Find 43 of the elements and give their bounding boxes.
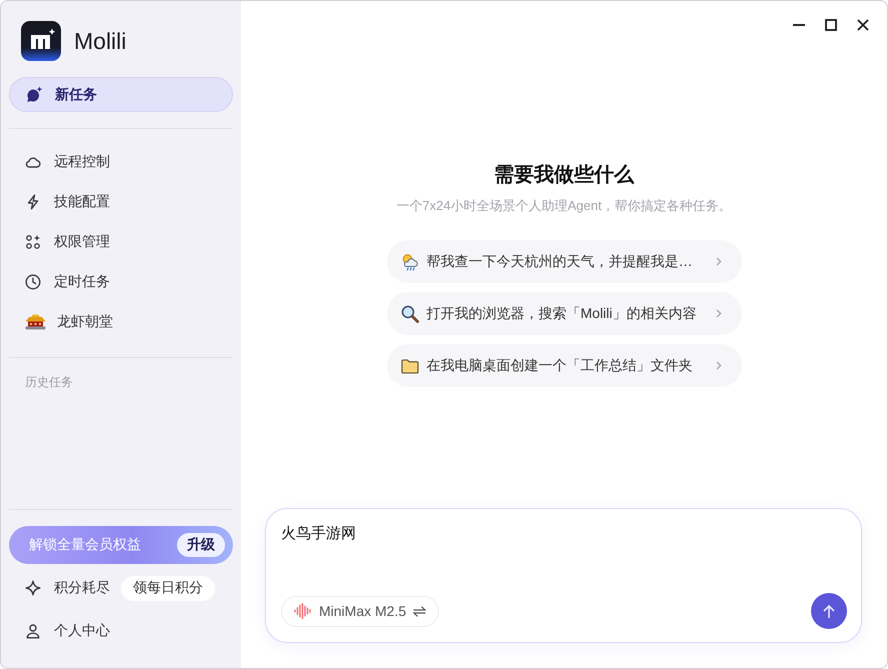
- minimize-icon: [793, 24, 805, 26]
- message-input[interactable]: 火鸟手游网: [281, 523, 847, 593]
- model-selector[interactable]: MiniMax M2.5: [281, 596, 440, 626]
- nav-item[interactable]: 权限管理: [9, 222, 233, 262]
- chat-bubble-icon: [26, 86, 43, 103]
- maximize-icon: [825, 19, 837, 31]
- sparkle-icon: [25, 580, 41, 596]
- upgrade-promo-text: 解锁全量会员权益: [29, 536, 141, 554]
- credits-status: 积分耗尽: [54, 579, 110, 597]
- swap-arrows-icon: [413, 606, 426, 616]
- chevron-right-icon: [716, 361, 722, 370]
- user-icon: [25, 623, 41, 639]
- palace-icon: [25, 314, 46, 330]
- magnifier-icon: [400, 304, 418, 322]
- suggestion-item[interactable]: 帮我查一下今天杭州的天气，并提醒我是…: [386, 240, 742, 283]
- nav-item[interactable]: 龙虾朝堂: [9, 302, 233, 342]
- arrow-up-icon: [823, 604, 835, 618]
- chevron-right-icon: [716, 309, 722, 318]
- sun-cloud-rain-icon: [400, 252, 418, 270]
- lightning-icon: [25, 194, 41, 210]
- nav-item[interactable]: 远程控制: [9, 142, 233, 182]
- brand-name: Molili: [74, 28, 126, 54]
- dots-sparkle-icon: [25, 234, 41, 250]
- message-composer[interactable]: 火鸟手游网 MiniMax M2.5: [265, 508, 862, 643]
- app-logo-icon: [21, 21, 61, 61]
- history-heading: 历史任务: [24, 374, 74, 390]
- send-button[interactable]: [811, 593, 847, 629]
- waveform-icon: [294, 603, 312, 619]
- claim-credits-button[interactable]: 领每日积分: [121, 576, 215, 600]
- page-heading: 需要我做些什么: [493, 163, 636, 188]
- close-icon: [857, 19, 869, 31]
- nav-item[interactable]: 技能配置: [9, 182, 233, 222]
- upgrade-button[interactable]: 升级: [177, 533, 225, 557]
- new-task-button[interactable]: 新任务: [9, 77, 233, 112]
- clock-icon: [25, 274, 41, 290]
- profile-item[interactable]: 个人中心: [9, 613, 233, 649]
- page-subtitle: 一个7x24小时全场景个人助理Agent，帮你搞定各种任务。: [395, 197, 733, 215]
- nav-item[interactable]: 定时任务: [9, 262, 233, 302]
- chevron-right-icon: [716, 257, 722, 266]
- upgrade-banner[interactable]: 解锁全量会员权益 升级: [9, 526, 233, 564]
- suggestion-item[interactable]: 打开我的浏览器，搜索「Molili」的相关内容: [386, 292, 742, 335]
- suggestion-item[interactable]: 在我电脑桌面创建一个「工作总结」文件夹: [386, 344, 742, 387]
- folder-icon: [400, 358, 418, 374]
